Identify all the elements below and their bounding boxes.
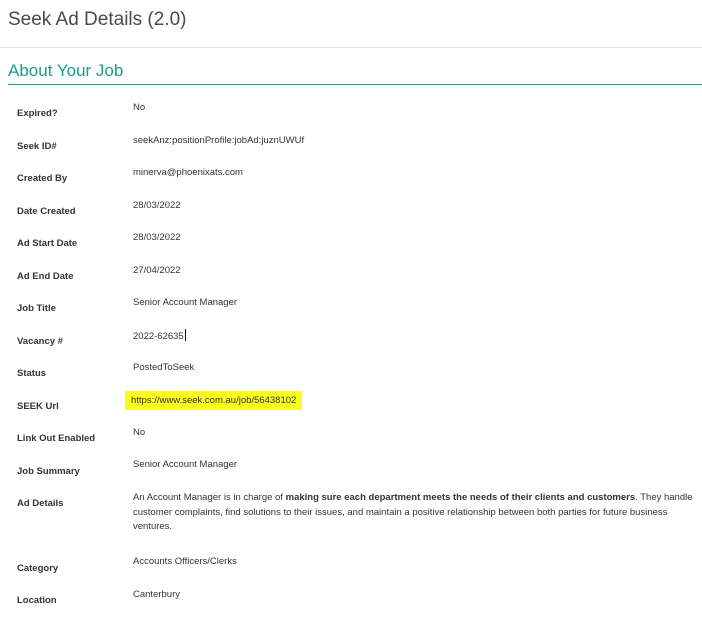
date-created-label: Date Created: [17, 206, 76, 217]
ad-details-text-bold: making sure each department meets the ne…: [285, 492, 636, 503]
section-title: About Your Job: [8, 61, 124, 80]
vacancy-value: 2022-62635: [133, 331, 184, 342]
date-created-value: 28/03/2022: [133, 200, 181, 211]
expired-value: No: [133, 102, 146, 113]
ad-details-label: Ad Details: [17, 498, 64, 509]
vacancy-label: Vacancy #: [17, 336, 63, 347]
created-by-value: minerva@phoenixats.com: [133, 167, 243, 178]
ad-end-date-label: Ad End Date: [17, 271, 74, 282]
seek-url-label: SEEK Url: [17, 401, 59, 412]
ad-details-text-start: An Account Manager is in charge of: [133, 492, 286, 503]
location-value: Canterbury: [133, 589, 180, 600]
text-cursor: [184, 329, 186, 341]
status-value: PostedToSeek: [133, 362, 195, 373]
link-out-enabled-value: No: [133, 427, 146, 438]
status-label: Status: [17, 368, 47, 379]
section-divider: [8, 84, 702, 85]
category-label: Category: [17, 563, 59, 574]
ad-details-value: An Account Manager is in charge of makin…: [133, 491, 693, 535]
job-summary-value: Senior Account Manager: [133, 459, 238, 470]
location-label: Location: [17, 595, 57, 606]
vacancy-field[interactable]: 2022-62635: [133, 329, 186, 343]
expired-label: Expired?: [17, 108, 58, 119]
seek-id-value: seekAnz:positionProfile:jobAd:juznUWUf: [133, 135, 305, 146]
link-out-enabled-label: Link Out Enabled: [17, 433, 96, 444]
seek-id-label: Seek ID#: [17, 141, 57, 152]
page-title: Seek Ad Details (2.0): [8, 9, 187, 30]
ad-start-date-value: 28/03/2022: [133, 232, 181, 243]
job-title-value: Senior Account Manager: [133, 297, 238, 308]
ad-end-date-value: 27/04/2022: [133, 265, 181, 276]
job-summary-label: Job Summary: [17, 466, 80, 477]
created-by-label: Created By: [17, 173, 68, 184]
header-divider: [0, 47, 702, 48]
category-value: Accounts Officers/Clerks: [133, 556, 237, 567]
job-title-label: Job Title: [17, 303, 56, 314]
seek-url-link[interactable]: https://www.seek.com.au/job/56438102: [125, 391, 303, 410]
seek-url-value: https://www.seek.com.au/job/56438102: [125, 391, 303, 410]
ad-start-date-label: Ad Start Date: [17, 238, 78, 249]
